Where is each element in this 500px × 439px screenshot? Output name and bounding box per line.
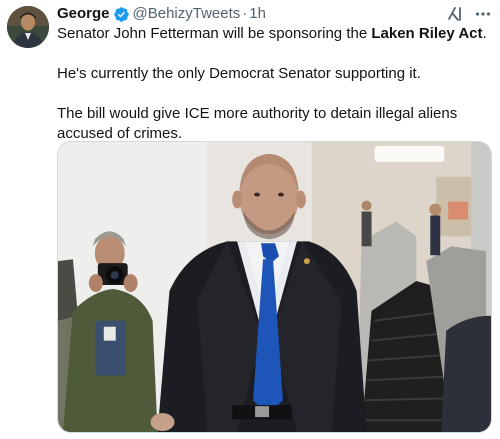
- separator-dot: ·: [242, 5, 248, 22]
- tweet-text-bold: Laken Riley Act: [371, 25, 483, 42]
- grok-icon[interactable]: [446, 5, 464, 23]
- tweet-text-prefix: Senator John Fetterman will be sponsorin…: [57, 25, 372, 42]
- tweet-paragraph-1: Senator John Fetterman will be sponsorin…: [57, 24, 490, 44]
- tweet-card[interactable]: George @BehizyTweets · 1h Senator John F…: [0, 0, 500, 439]
- author-handle[interactable]: @BehizyTweets: [133, 4, 241, 24]
- timestamp[interactable]: 1h: [249, 4, 266, 24]
- verified-badge-icon: [113, 6, 130, 23]
- avatar-image: [7, 6, 49, 48]
- header-actions: [446, 5, 492, 23]
- tweet-text-suffix: .: [482, 25, 487, 42]
- avatar[interactable]: [7, 6, 49, 48]
- photo-image: [58, 142, 491, 432]
- tweet-photo[interactable]: [57, 141, 492, 433]
- tweet-paragraph-3: The bill would give ICE more authority t…: [57, 105, 458, 142]
- tweet-paragraph-2: He's currently the only Democrat Senator…: [57, 65, 421, 82]
- tweet-text: Senator John Fetterman will be sponsorin…: [57, 24, 490, 144]
- more-options-icon[interactable]: [474, 5, 492, 23]
- author-name[interactable]: George: [57, 4, 110, 24]
- tweet-header: George @BehizyTweets · 1h: [57, 4, 492, 24]
